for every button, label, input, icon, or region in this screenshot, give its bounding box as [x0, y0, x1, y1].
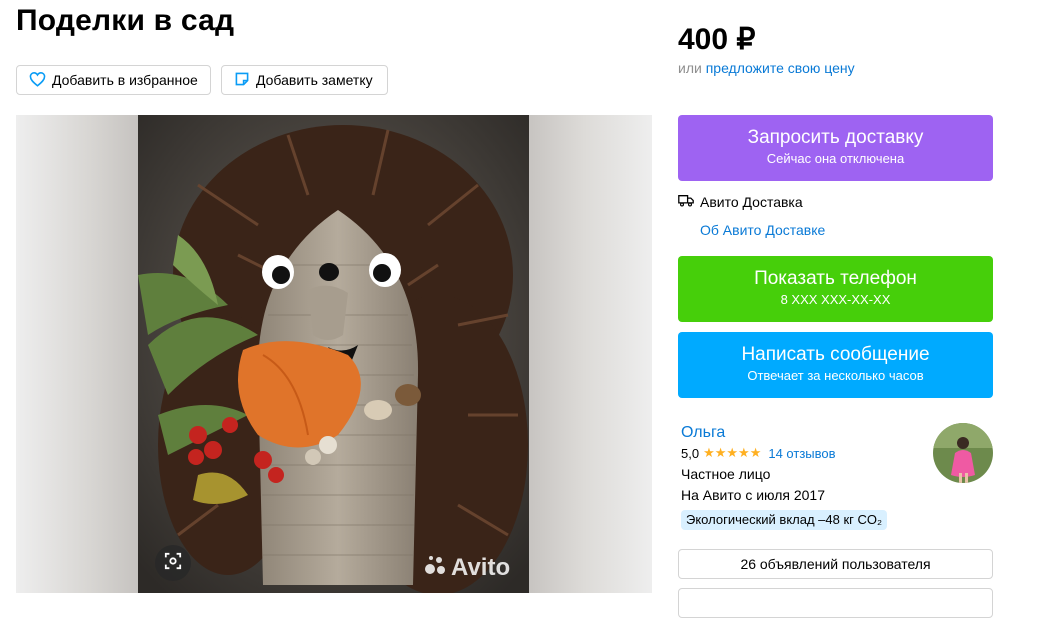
request-delivery-label: Запросить доставку [747, 127, 924, 148]
main-photo[interactable] [138, 115, 529, 593]
eco-badge[interactable]: Экологический вклад –48 кг CO₂ [681, 510, 888, 530]
reply-time-hint: Отвечает за несколько часов [747, 368, 924, 383]
delivery-service-label: Авито Доставка [700, 194, 803, 210]
heart-icon [29, 71, 46, 90]
gallery-blur-left [16, 115, 138, 593]
avatar[interactable] [933, 423, 993, 483]
price-or-text: или [678, 60, 706, 76]
send-message-button[interactable]: Написать сообщение Отвечает за несколько… [678, 332, 993, 398]
add-note-button[interactable]: Добавить заметку [221, 65, 388, 95]
about-delivery-link[interactable]: Об Авито Доставке [700, 222, 825, 238]
request-delivery-sub: Сейчас она отключена [766, 151, 905, 166]
seller-rating: 5,0 ★★★★★ 14 отзывов [681, 445, 836, 461]
truck-icon [678, 194, 694, 210]
avito-watermark-text: Avito [451, 553, 511, 581]
add-to-favorites-label: Добавить в избранное [52, 72, 198, 88]
gallery-blur-right [529, 115, 652, 593]
price-offer-line: или предложите свою цену [678, 60, 855, 76]
rating-value: 5,0 [681, 445, 700, 461]
send-message-label: Написать сообщение [741, 344, 930, 365]
show-phone-label: Показать телефон [754, 268, 917, 289]
rating-stars-icon: ★★★★★ [703, 445, 762, 460]
show-phone-button[interactable]: Показать телефон 8 XXX XXX-XX-XX [678, 256, 993, 322]
add-note-label: Добавить заметку [256, 72, 373, 88]
avito-logo-icon [424, 552, 448, 583]
page-title: Поделки в сад [16, 4, 235, 37]
zoom-button[interactable] [155, 545, 191, 581]
note-icon [234, 71, 250, 90]
avito-watermark: Avito [424, 552, 510, 583]
offer-price-link[interactable]: предложите свою цену [706, 60, 855, 76]
photo-gallery[interactable]: Avito [16, 115, 652, 593]
user-ads-label: 26 объявлений пользователя [740, 556, 931, 572]
delivery-service: Авито Доставка [678, 194, 803, 210]
seller-name-link[interactable]: Ольга [681, 424, 725, 442]
zoom-icon [164, 552, 182, 575]
phone-number-mask: 8 XXX XXX-XX-XX [780, 292, 891, 307]
reviews-link[interactable]: 14 отзывов [768, 446, 835, 461]
price: 400 ₽ [678, 23, 756, 56]
request-delivery-button[interactable]: Запросить доставку Сейчас она отключена [678, 115, 993, 181]
seller-type: Частное лицо [681, 466, 771, 482]
add-to-favorites-button[interactable]: Добавить в избранное [16, 65, 211, 95]
seller-since: На Авито с июля 2017 [681, 487, 825, 503]
user-ads-button[interactable]: 26 объявлений пользователя [678, 549, 993, 579]
